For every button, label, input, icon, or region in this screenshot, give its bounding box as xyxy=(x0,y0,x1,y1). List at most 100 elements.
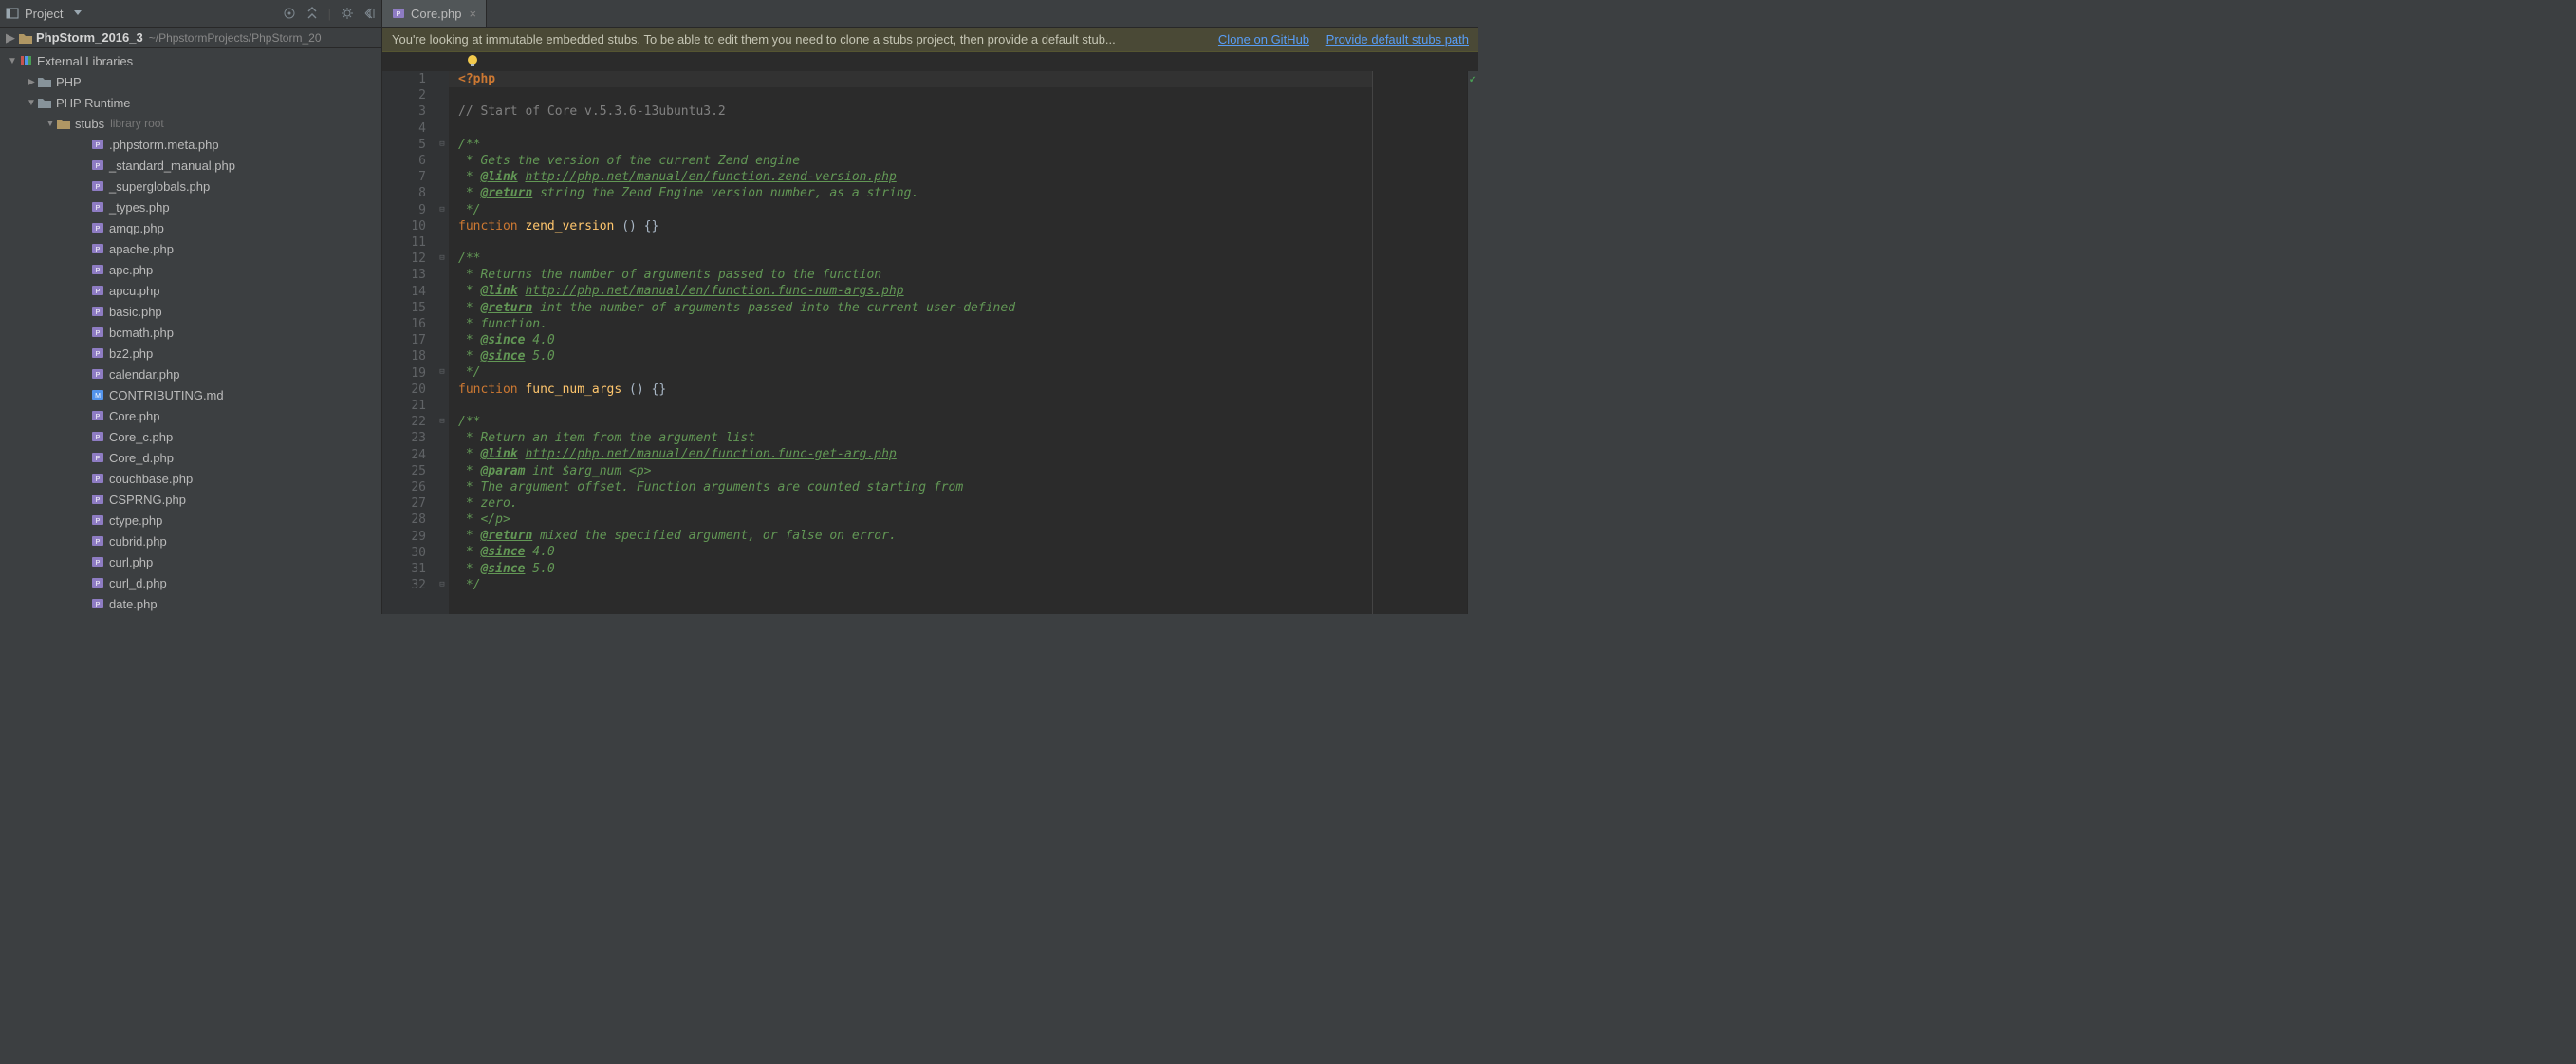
php-file-icon: P xyxy=(91,409,104,422)
tree-file[interactable]: P_standard_manual.php xyxy=(0,155,381,176)
php-file-icon: P xyxy=(91,534,104,548)
tree-external-libraries[interactable]: ▼ External Libraries xyxy=(0,50,381,71)
tree-file[interactable]: Pcouchbase.php xyxy=(0,468,381,489)
svg-text:P: P xyxy=(96,226,101,233)
tree-file[interactable]: PCSPRNG.php xyxy=(0,489,381,510)
tree-file[interactable]: Pdate.php xyxy=(0,593,381,614)
stubs-banner: You're looking at immutable embedded stu… xyxy=(382,28,1478,52)
chevron-down-icon[interactable]: ▼ xyxy=(44,119,57,129)
project-tree[interactable]: ▼ External Libraries ▶ PHP ▼ xyxy=(0,48,381,614)
tree-file[interactable]: PCore_c.php xyxy=(0,426,381,447)
php-file-icon: P xyxy=(91,263,104,276)
tree-label: PHP Runtime xyxy=(56,96,131,110)
tree-stubs[interactable]: ▼ stubs library root xyxy=(0,113,381,134)
clone-github-link[interactable]: Clone on GitHub xyxy=(1218,32,1309,47)
tree-file[interactable]: P.phpstorm.meta.php xyxy=(0,134,381,155)
php-file-icon: P xyxy=(91,451,104,464)
svg-text:P: P xyxy=(96,518,101,525)
divider: | xyxy=(328,7,331,21)
project-pane-icon xyxy=(6,7,19,20)
tree-file-label: bz2.php xyxy=(109,346,153,361)
lightbulb-icon[interactable] xyxy=(466,54,479,69)
svg-text:P: P xyxy=(96,497,101,504)
php-file-icon: P xyxy=(91,346,104,360)
line-number-gutter[interactable]: 1234567891011121314151617181920212223242… xyxy=(382,71,436,614)
tree-php-runtime[interactable]: ▼ PHP Runtime xyxy=(0,92,381,113)
tab-label: Core.php xyxy=(411,7,461,21)
dropdown-icon[interactable] xyxy=(74,10,82,16)
tree-file[interactable]: P_superglobals.php xyxy=(0,176,381,196)
tree-file[interactable]: Pbcmath.php xyxy=(0,322,381,343)
php-file-icon: P xyxy=(91,221,104,234)
tree-label-extra: library root xyxy=(110,117,164,130)
folder-icon xyxy=(57,118,70,129)
svg-text:P: P xyxy=(96,351,101,358)
breadcrumb[interactable]: ▶ PhpStorm_2016_3 ~/PhpstormProjects/Php… xyxy=(0,28,381,48)
code-content[interactable]: <?php// Start of Core v.5.3.6-13ubuntu3.… xyxy=(449,71,1372,614)
tree-file[interactable]: Pcalendar.php xyxy=(0,364,381,384)
tree-file-label: CONTRIBUTING.md xyxy=(109,388,224,402)
tree-file[interactable]: Pbz2.php xyxy=(0,343,381,364)
fold-gutter[interactable]: ⊟⊟⊟⊟⊟⊟ xyxy=(436,71,449,614)
editor-right-margin xyxy=(1372,71,1467,614)
tree-file-label: couchbase.php xyxy=(109,472,193,486)
php-file-icon: P xyxy=(91,179,104,193)
tree-file[interactable]: Pamqp.php xyxy=(0,217,381,238)
tree-file-label: Core_d.php xyxy=(109,451,174,465)
svg-text:P: P xyxy=(96,560,101,567)
svg-text:P: P xyxy=(96,539,101,546)
tree-file-label: Core_c.php xyxy=(109,430,173,444)
chevron-down-icon[interactable]: ▼ xyxy=(25,98,38,108)
tree-file[interactable]: P Core_d.php xyxy=(0,447,381,468)
tree-file[interactable]: P Core.php xyxy=(0,405,381,426)
svg-text:P: P xyxy=(96,581,101,588)
tree-file-label: cubrid.php xyxy=(109,534,167,549)
hide-icon[interactable] xyxy=(363,7,377,20)
tree-file[interactable]: Pctype.php xyxy=(0,510,381,531)
tree-label: External Libraries xyxy=(37,54,133,68)
svg-text:P: P xyxy=(96,289,101,295)
tree-file[interactable]: M CONTRIBUTING.md xyxy=(0,384,381,405)
editor: You're looking at immutable embedded stu… xyxy=(382,28,1478,614)
svg-text:P: P xyxy=(96,476,101,483)
php-file-icon: P xyxy=(392,7,405,20)
tree-file[interactable]: Papache.php xyxy=(0,238,381,259)
project-label: Project xyxy=(25,7,63,21)
tree-file-label: bcmath.php xyxy=(109,326,174,340)
tree-file-label: _standard_manual.php xyxy=(109,159,235,173)
tree-php[interactable]: ▶ PHP xyxy=(0,71,381,92)
tree-label: PHP xyxy=(56,75,82,89)
error-stripe[interactable]: ✔ xyxy=(1467,71,1478,614)
folder-icon xyxy=(38,97,51,108)
tab-core-php[interactable]: P Core.php × xyxy=(382,0,487,27)
tree-file-label: basic.php xyxy=(109,305,162,319)
scroll-from-source-icon[interactable] xyxy=(283,7,296,20)
collapse-all-icon[interactable] xyxy=(306,7,319,20)
svg-text:M: M xyxy=(95,393,101,400)
php-file-icon: P xyxy=(91,138,104,151)
php-file-icon: P xyxy=(91,472,104,485)
chevron-right-icon: ▶ xyxy=(6,30,15,46)
tree-file-label: curl_d.php xyxy=(109,576,167,590)
php-file-icon: P xyxy=(91,555,104,569)
project-tool-header: Project | xyxy=(0,0,382,27)
close-icon[interactable]: × xyxy=(469,7,476,21)
project-name: PhpStorm_2016_3 xyxy=(36,30,143,45)
tree-file[interactable]: Pcurl.php xyxy=(0,551,381,572)
gear-icon[interactable] xyxy=(341,7,354,20)
tree-file-label: Core.php xyxy=(109,409,159,423)
chevron-down-icon[interactable]: ▼ xyxy=(6,56,19,66)
tree-file[interactable]: Pbasic.php xyxy=(0,301,381,322)
svg-text:P: P xyxy=(96,142,101,149)
php-file-icon: P xyxy=(91,305,104,318)
tree-file-label: calendar.php xyxy=(109,367,179,382)
svg-text:P: P xyxy=(96,268,101,274)
tree-file[interactable]: Pcubrid.php xyxy=(0,531,381,551)
php-file-icon: P xyxy=(91,513,104,527)
default-stubs-link[interactable]: Provide default stubs path xyxy=(1326,32,1469,47)
tree-file[interactable]: Papcu.php xyxy=(0,280,381,301)
tree-file[interactable]: Pcurl_d.php xyxy=(0,572,381,593)
chevron-right-icon[interactable]: ▶ xyxy=(25,77,38,87)
tree-file[interactable]: Papc.php xyxy=(0,259,381,280)
tree-file[interactable]: P_types.php xyxy=(0,196,381,217)
